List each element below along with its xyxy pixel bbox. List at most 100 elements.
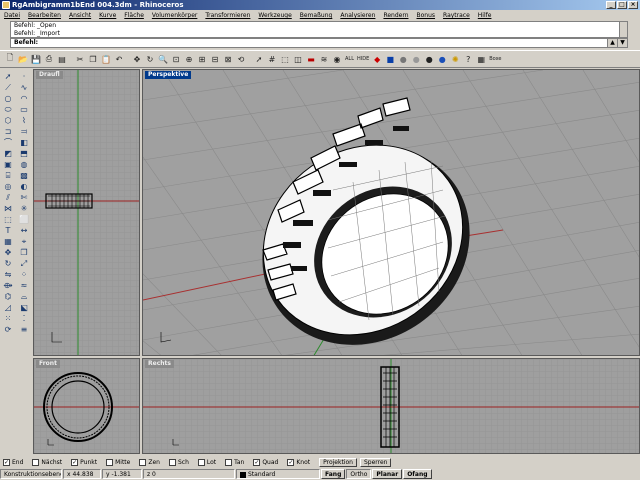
offset-icon[interactable]: ⫤ — [16, 126, 32, 137]
osnap-checkbox[interactable]: ✓ — [287, 458, 295, 466]
projection-button[interactable]: Projektion — [319, 457, 357, 467]
rectangle-icon[interactable]: ▭ — [16, 104, 32, 115]
grid-icon[interactable]: # — [266, 53, 278, 66]
polygon-icon[interactable]: ⬡ — [0, 115, 16, 126]
open-file-icon[interactable]: 📂 — [17, 53, 29, 66]
osnap-tan[interactable]: Tan — [225, 458, 244, 466]
maximize-button[interactable]: □ — [617, 1, 627, 9]
control-points-icon[interactable]: ⁙ — [0, 313, 16, 324]
osnap-checkbox[interactable]: ✓ — [253, 458, 261, 466]
menu-rendern[interactable]: Rendern — [383, 12, 408, 19]
surface-icon[interactable]: ◧ — [16, 137, 32, 148]
move-icon[interactable]: ✥ — [0, 247, 16, 258]
pan-icon[interactable]: ✥ — [131, 53, 143, 66]
viewport-title[interactable]: Perspektive — [145, 71, 192, 79]
planar-toggle[interactable]: Planar — [372, 469, 403, 479]
group-icon[interactable]: ⬚ — [0, 214, 16, 225]
menu-bearbeiten[interactable]: Bearbeiten — [28, 12, 61, 19]
menu-datei[interactable]: Datei — [4, 12, 20, 19]
zoom-icon[interactable]: 🔍 — [157, 53, 169, 66]
viewport-top[interactable]: Draufl — [33, 69, 140, 356]
text-icon[interactable]: T — [0, 225, 16, 236]
boolean-diff-icon[interactable]: ◐ — [16, 181, 32, 192]
point-icon[interactable]: · — [16, 71, 32, 82]
osnap-perp[interactable]: Lot — [197, 458, 216, 466]
menu-werkzeuge[interactable]: Werkzeuge — [258, 12, 291, 19]
cplane-icon[interactable]: ⬚ — [279, 53, 291, 66]
osnap-checkbox[interactable] — [197, 458, 205, 466]
freeform-icon[interactable]: ⌇ — [16, 115, 32, 126]
minimize-button[interactable]: _ — [606, 1, 616, 9]
command-line[interactable]: Befehl: ▲ ▼ — [10, 38, 628, 48]
osnap-cen[interactable]: Zen — [139, 458, 160, 466]
light-icon[interactable]: ✺ — [449, 53, 461, 66]
close-button[interactable]: × — [628, 1, 638, 9]
zoom-window-icon[interactable]: ⊡ — [170, 53, 182, 66]
rhino-app-icon[interactable] — [2, 1, 10, 9]
menu-bemassung[interactable]: Bemaßung — [300, 12, 333, 19]
viewport-perspective[interactable]: Perspektive — [142, 69, 640, 356]
copy-object-icon[interactable]: ❐ — [16, 247, 32, 258]
car-icon[interactable]: ▬ — [305, 53, 317, 66]
cut-icon[interactable]: ✂ — [74, 53, 86, 66]
zoom-dynamic-icon[interactable]: ⊕ — [183, 53, 195, 66]
analyze-icon[interactable]: ⌖ — [16, 236, 32, 247]
osnap-int[interactable]: Sch — [168, 458, 189, 466]
zoom-selected-icon[interactable]: ⊟ — [209, 53, 221, 66]
command-history[interactable]: Befehl: _Open Befehl: _Import — [10, 21, 628, 38]
osnap-knot[interactable]: ✓ Knot — [287, 458, 310, 466]
history-icon[interactable]: ⟳ — [0, 324, 16, 335]
fillet-icon[interactable]: ⌒ — [0, 137, 16, 148]
block-icon[interactable]: ▦ — [0, 236, 16, 247]
layer-indicator[interactable]: Standard — [236, 469, 320, 479]
viewport-title[interactable]: Rechts — [145, 360, 174, 368]
viewport-front[interactable]: Front — [33, 358, 140, 454]
solid-box-icon[interactable]: ▣ — [0, 159, 16, 170]
menu-bonus[interactable]: Bonus — [417, 12, 436, 19]
menu-hilfe[interactable]: Hilfe — [478, 12, 492, 19]
snap-toggle[interactable]: Fang — [321, 469, 346, 479]
osnap-toggle[interactable]: Ofang — [403, 469, 432, 479]
copy-icon[interactable]: ❐ — [87, 53, 99, 66]
mirror-icon[interactable]: ⇋ — [0, 269, 16, 280]
bend-icon[interactable]: ⌓ — [16, 291, 32, 302]
save-icon[interactable]: 💾 — [30, 53, 42, 66]
dimension-icon[interactable]: ↔ — [16, 225, 32, 236]
osnap-checkbox[interactable] — [32, 458, 40, 466]
paste-icon[interactable]: 📋 — [100, 53, 112, 66]
viewport-title[interactable]: Front — [36, 360, 60, 368]
menu-transformieren[interactable]: Transformieren — [205, 12, 250, 19]
ortho-toggle[interactable]: Ortho — [346, 469, 372, 479]
osnap-end[interactable]: ✓ End — [3, 458, 23, 466]
render-sphere-icon[interactable]: ● — [410, 53, 422, 66]
help-icon[interactable]: ? — [462, 53, 474, 66]
osnap-checkbox[interactable]: ✓ — [71, 458, 79, 466]
options-icon[interactable]: ▦ — [475, 53, 487, 66]
rotate-view-icon[interactable]: ↻ — [144, 53, 156, 66]
shade-icon[interactable]: ■ — [384, 53, 396, 66]
curve-icon[interactable]: ∿ — [16, 82, 32, 93]
osnap-quad[interactable]: ✓ Quad — [253, 458, 278, 466]
ellipse-icon[interactable]: ⬭ — [0, 104, 16, 115]
hide-icon[interactable]: HIDE — [356, 53, 370, 66]
history-scrollbar[interactable] — [619, 22, 627, 37]
object-snap-icon[interactable]: ◫ — [292, 53, 304, 66]
show-all-icon[interactable]: ALL — [344, 53, 355, 66]
polyline-icon[interactable]: ⟋ — [0, 82, 16, 93]
menu-raytrace[interactable]: Raytrace — [443, 12, 470, 19]
viewport-title[interactable]: Draufl — [36, 71, 63, 79]
menu-analysieren[interactable]: Analysieren — [340, 12, 375, 19]
rotate-icon[interactable]: ↻ — [0, 258, 16, 269]
edit-points-icon[interactable]: ⁚ — [16, 313, 32, 324]
zoom-all-icon[interactable]: ⊠ — [222, 53, 234, 66]
properties-icon[interactable]: ◉ — [331, 53, 343, 66]
osnap-mid[interactable]: Mitte — [106, 458, 130, 466]
trim-icon[interactable]: ✄ — [16, 192, 32, 203]
join-icon[interactable]: ⋈ — [0, 203, 16, 214]
import-icon[interactable]: ▤ — [56, 53, 68, 66]
zoom-extents-icon[interactable]: ⊞ — [196, 53, 208, 66]
layer-icon[interactable]: ≋ — [318, 53, 330, 66]
cylinder-icon[interactable]: ⌸ — [0, 170, 16, 181]
undo-view-icon[interactable]: ⟲ — [235, 53, 247, 66]
select-icon[interactable]: ➚ — [253, 53, 265, 66]
